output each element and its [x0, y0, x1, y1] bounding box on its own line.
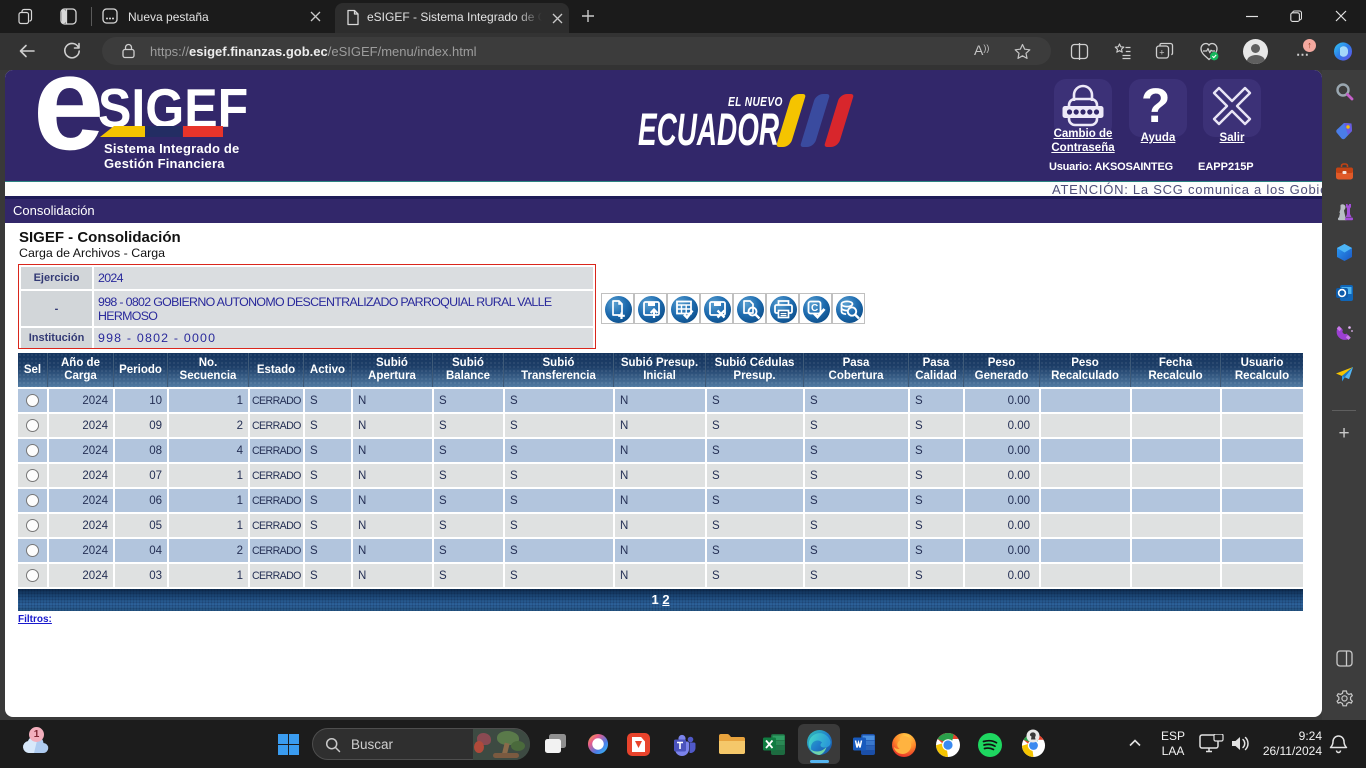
svg-text:C: C	[811, 303, 818, 314]
svg-text:+: +	[1159, 48, 1164, 58]
